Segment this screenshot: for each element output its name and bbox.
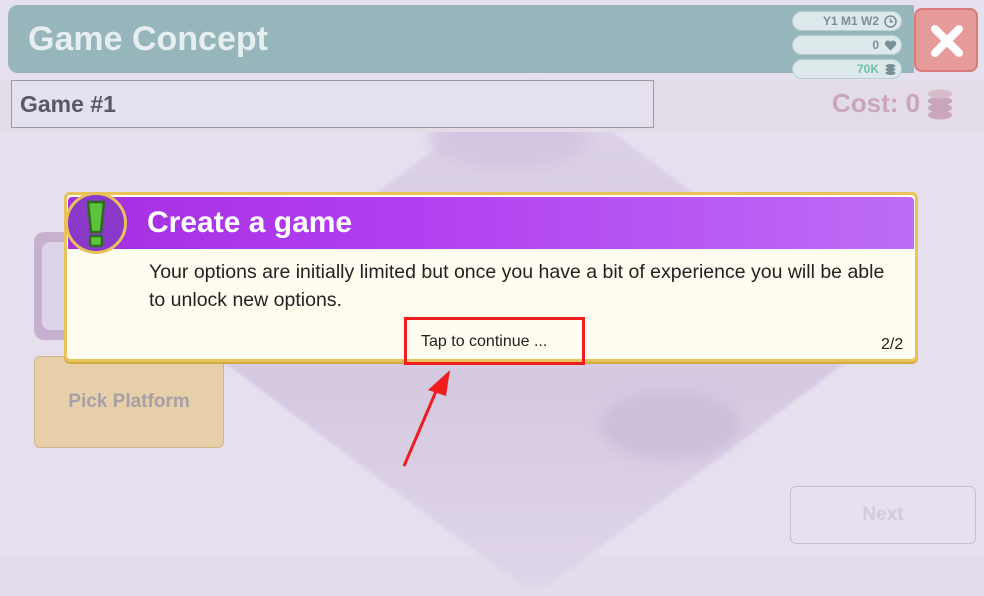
next-button[interactable]: Next: [790, 486, 976, 544]
cost-label: Cost: 0: [832, 88, 921, 118]
fans-count: 0: [872, 38, 879, 52]
dialog-title: Create a game: [147, 206, 353, 239]
dialog-message: Your options are initially limited but o…: [149, 261, 885, 311]
close-button[interactable]: [914, 8, 978, 72]
alert-badge: [65, 192, 127, 254]
date-label: Y1 M1 W2: [822, 14, 879, 28]
highlight-box: [404, 317, 585, 365]
scene-blot: [600, 390, 740, 460]
title-bar: Game Concept: [8, 5, 914, 73]
heart-icon: [884, 39, 897, 52]
page-indicator: 2/2: [881, 336, 904, 353]
status-panel: Y1 M1 W2 0 70K: [792, 11, 902, 83]
coins-icon: [926, 89, 954, 125]
close-icon: [931, 25, 963, 57]
clock-icon: [884, 14, 897, 28]
money-indicator: 70K: [792, 59, 902, 79]
date-indicator: Y1 M1 W2: [792, 11, 902, 31]
exclamation-icon: [86, 200, 106, 248]
pointer-arrow: [402, 370, 450, 467]
page-title: Game Concept: [28, 20, 268, 58]
money-amount: 70K: [856, 62, 879, 76]
pick-platform-button[interactable]: Pick Platform: [34, 356, 224, 448]
fans-indicator: 0: [792, 35, 902, 55]
coins-icon: [884, 63, 897, 76]
game-name-input[interactable]: Game #1: [11, 80, 654, 128]
